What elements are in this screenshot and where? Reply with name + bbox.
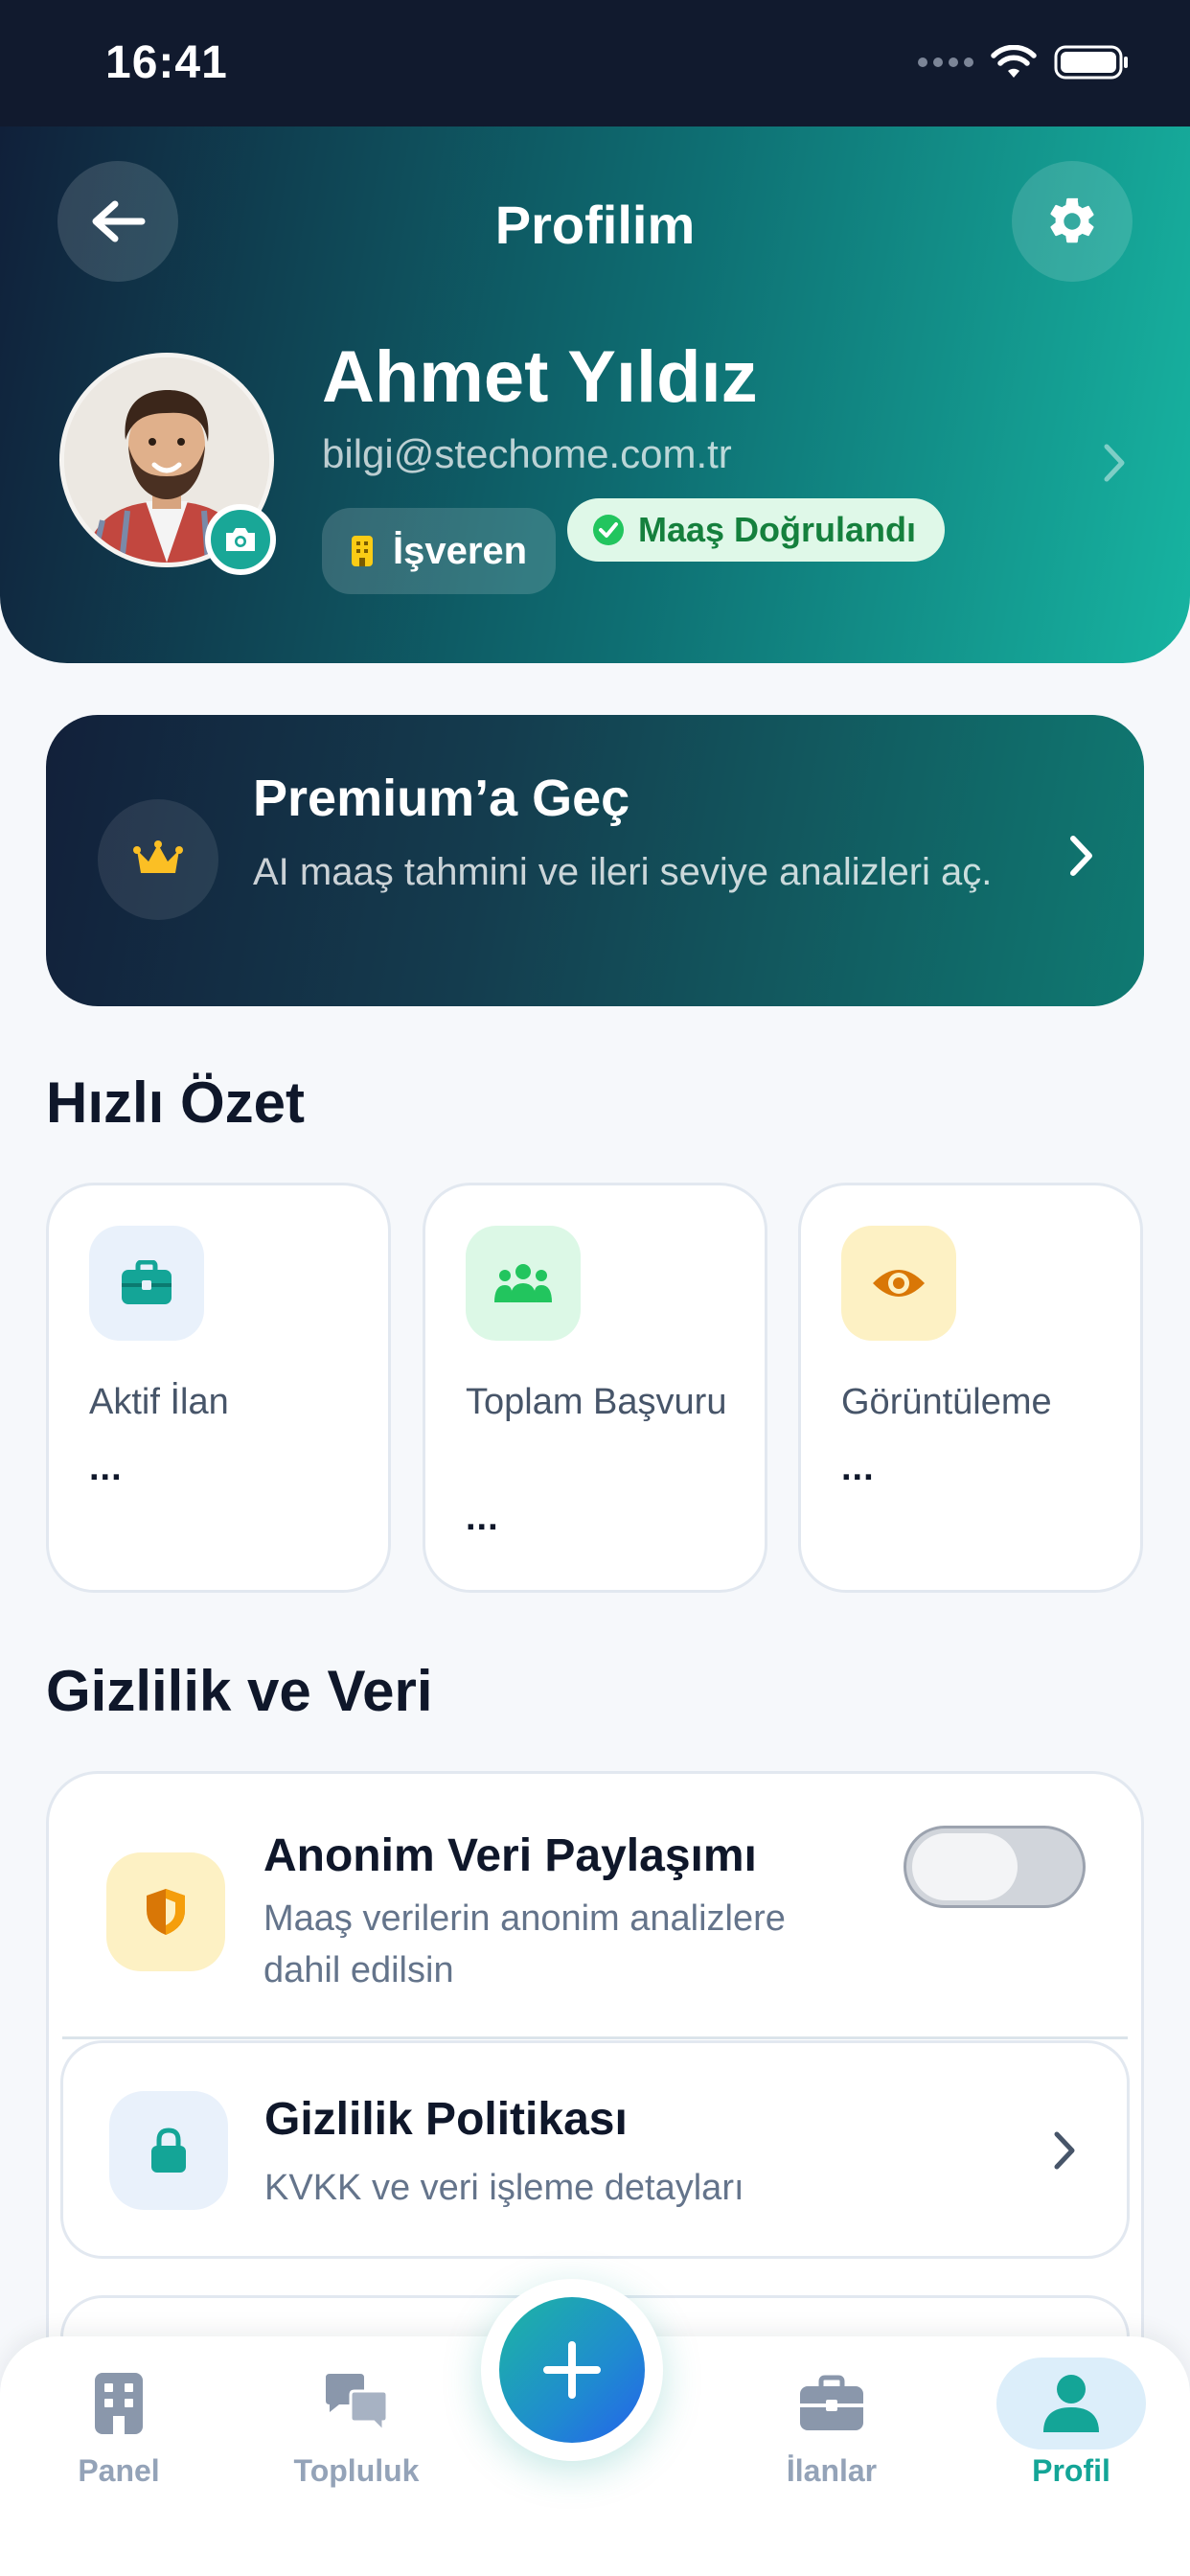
quick-summary-title: Hızlı Özet [46,1070,306,1135]
battery-icon [1054,45,1128,80]
profile-email: bilgi@stechome.com.tr [322,431,732,476]
camera-icon [226,528,255,551]
fab-container [481,2279,663,2461]
stat-label: Görüntüleme [841,1382,1052,1422]
toggle-knob [912,1833,1018,1900]
privacy-policy-description: KVKK ve veri işleme detayları [264,2168,744,2208]
privacy-policy-title: Gizlilik Politikası [264,2094,628,2145]
stat-card-views[interactable]: Görüntüleme ... [798,1183,1143,1593]
nav-label: Panel [78,2453,160,2488]
gear-icon [1050,197,1094,243]
chat-bubbles-icon [326,2374,389,2435]
nav-item-panel[interactable]: Panel [33,2358,205,2489]
crown-badge [98,799,218,920]
stat-icon-box [841,1226,956,1341]
premium-chevron [1067,834,1094,883]
privacy-section-title: Gizlilik ve Veri [46,1659,433,1723]
shield-icon [147,1889,185,1935]
anonymous-data-title: Anonim Veri Paylaşımı [263,1830,757,1881]
eye-icon [873,1270,925,1297]
verified-badge-label: Maaş Doğrulandı [638,510,917,549]
stat-value: ... [841,1448,875,1488]
add-button[interactable] [499,2297,645,2443]
nav-item-listings[interactable]: İlanlar [745,2358,918,2489]
premium-title: Premium’a Geç [253,770,630,827]
nav-item-profile[interactable]: Profil [985,2358,1157,2489]
role-badge: İşveren [322,508,557,594]
change-photo-button[interactable] [205,504,276,575]
chevron-right-icon [1054,2131,1075,2170]
chevron-right-icon [1070,836,1092,876]
building-icon [352,536,373,566]
divider [62,2036,1128,2039]
salary-verified-badge: Maaş Doğrulandı [567,498,946,562]
nav-label: İlanlar [786,2453,878,2488]
stat-value: ... [466,1498,499,1538]
stat-icon-box [466,1226,581,1341]
nav-label: Profil [1032,2453,1110,2488]
role-badge-label: İşveren [393,529,528,572]
chevron-right-icon [1104,444,1125,482]
anonymous-data-description: Maaş verilerin anonim analizlere dahil e… [263,1898,786,1990]
briefcase-icon [122,1260,172,1304]
profile-details-chevron[interactable] [1102,443,1127,488]
privacy-policy-row[interactable]: Gizlilik Politikası KVKK ve veri işleme … [60,2040,1130,2259]
nav-item-community[interactable]: Topluluk [270,2358,443,2489]
building-icon [95,2373,143,2434]
plus-icon [543,2341,601,2399]
users-icon [494,1264,552,1302]
status-icons [918,44,1131,80]
status-bar: 16:41 [0,0,1190,126]
briefcase-icon [800,2375,863,2430]
person-icon [1043,2375,1099,2432]
stat-value: ... [89,1448,123,1488]
check-circle-icon [593,515,624,545]
wifi-icon [991,45,1037,78]
settings-button[interactable] [1012,161,1133,282]
premium-description: AI maaş tahmini ve ileri seviye analizle… [253,851,993,893]
profile-name: Ahmet Yıldız [322,336,758,418]
stat-label: Aktif İlan [89,1382,229,1422]
profile-header: Profilim Ahmet Yıldız bilgi@stechome.com… [0,126,1190,663]
status-time: 16:41 [105,37,228,88]
lock-icon [151,2128,186,2173]
stat-label: Toplam Başvuru [466,1382,727,1422]
row-icon-box [109,2091,228,2210]
row-icon-box [106,1852,225,1971]
stat-icon-box [89,1226,204,1341]
anonymous-data-toggle[interactable] [904,1826,1086,1908]
crown-icon [133,840,183,873]
stat-card-active-listings[interactable]: Aktif İlan ... [46,1183,391,1593]
nav-label: Topluluk [293,2453,420,2488]
cellular-signal-icon [918,58,973,67]
premium-upgrade-card[interactable]: Premium’a Geç AI maaş tahmini ve ileri s… [46,715,1144,1006]
stat-card-total-applications[interactable]: Toplam Başvuru ... [423,1183,767,1593]
